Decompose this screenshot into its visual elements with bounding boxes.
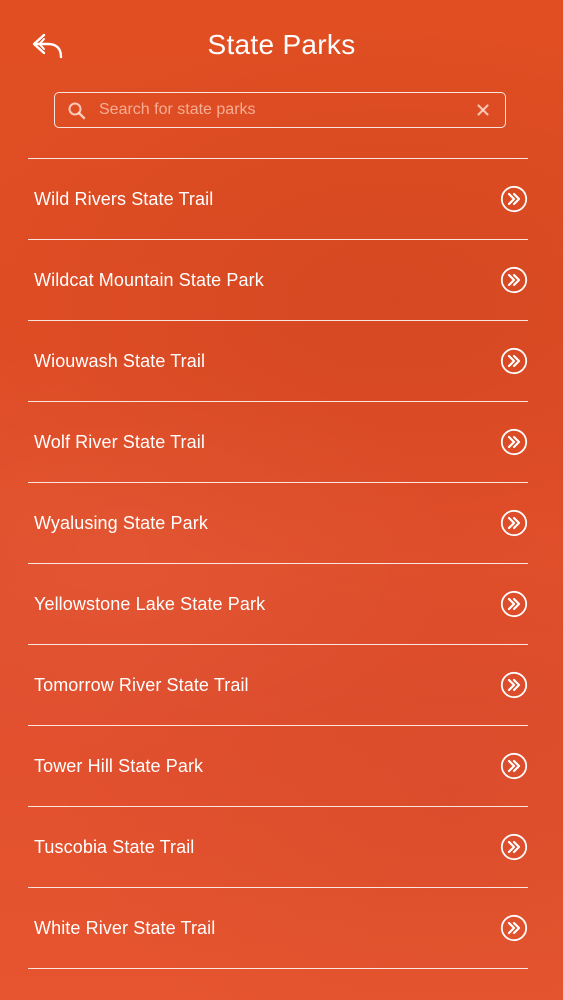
page-title: State Parks [207, 29, 356, 60]
double-chevron-right-icon[interactable] [500, 590, 528, 618]
search-input[interactable] [99, 93, 459, 126]
search-icon [68, 102, 86, 120]
search-bar[interactable] [54, 92, 506, 128]
double-chevron-right-icon[interactable] [500, 185, 528, 213]
list-item-label: Wildcat Mountain State Park [34, 269, 264, 290]
list-item-label: Wild Rivers State Trail [34, 188, 214, 209]
double-chevron-right-icon[interactable] [500, 914, 528, 942]
park-list: Wild Rivers State Trail Wildcat Mountain… [28, 158, 528, 969]
list-item-label: Yellowstone Lake State Park [34, 593, 266, 614]
list-item[interactable]: Yellowstone Lake State Park [28, 564, 528, 645]
double-chevron-right-icon[interactable] [500, 347, 528, 375]
list-item[interactable]: Tower Hill State Park [28, 726, 528, 807]
double-chevron-right-icon[interactable] [500, 752, 528, 780]
list-item-label: Wolf River State Trail [34, 431, 205, 452]
clear-icon[interactable] [475, 102, 491, 118]
double-chevron-right-icon[interactable] [500, 509, 528, 537]
list-item[interactable]: Wild Rivers State Trail [28, 159, 528, 240]
list-item[interactable]: White River State Trail [28, 888, 528, 969]
double-chevron-right-icon[interactable] [500, 428, 528, 456]
header: State Parks [0, 0, 563, 90]
list-item[interactable]: Tomorrow River State Trail [28, 645, 528, 726]
double-chevron-right-icon[interactable] [500, 833, 528, 861]
list-item-label: Wyalusing State Park [34, 512, 208, 533]
list-item-label: Tuscobia State Trail [34, 836, 195, 857]
list-item[interactable]: Tuscobia State Trail [28, 807, 528, 888]
double-chevron-right-icon[interactable] [500, 266, 528, 294]
double-chevron-right-icon[interactable] [500, 671, 528, 699]
list-item[interactable]: Wildcat Mountain State Park [28, 240, 528, 321]
list-item[interactable]: Wyalusing State Park [28, 483, 528, 564]
list-item[interactable]: Wolf River State Trail [28, 402, 528, 483]
list-item-label: Tower Hill State Park [34, 755, 204, 776]
list-item-label: White River State Trail [34, 917, 216, 938]
list-item-label: Wiouwash State Trail [34, 350, 206, 371]
list-item-label: Tomorrow River State Trail [34, 674, 249, 695]
list-item[interactable]: Wiouwash State Trail [28, 321, 528, 402]
